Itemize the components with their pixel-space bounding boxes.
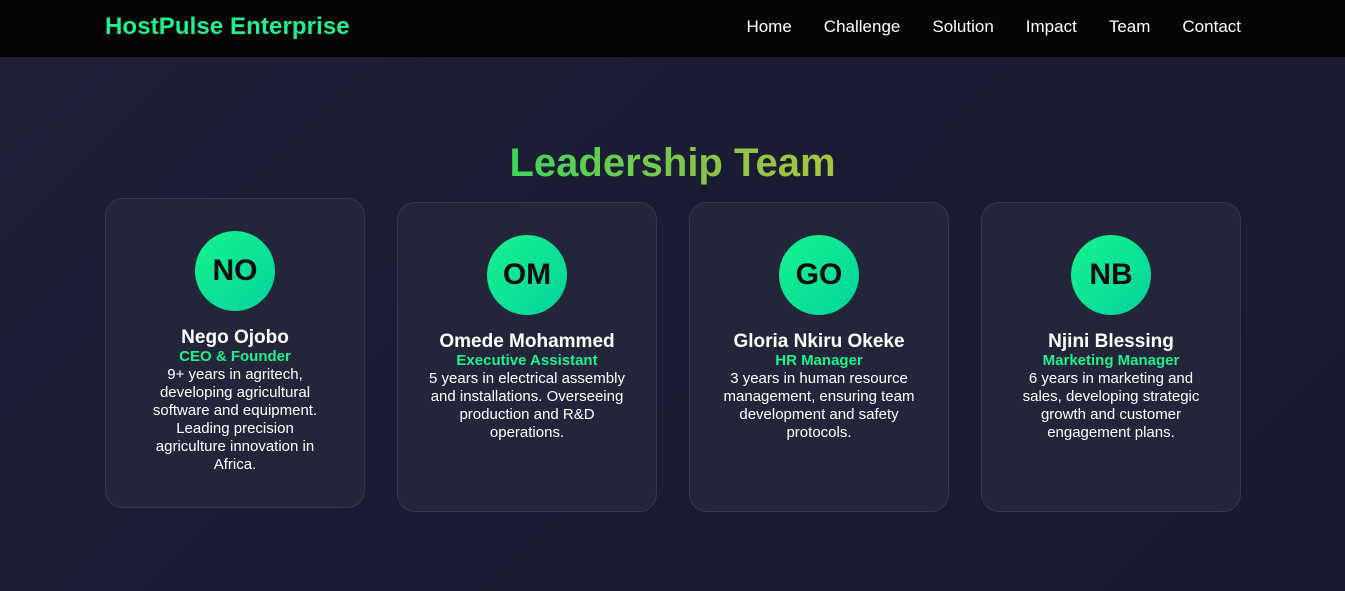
nav-link-contact[interactable]: Contact	[1182, 17, 1241, 37]
section-title-text: Leadership Team	[509, 141, 836, 185]
team-card: OM Omede Mohammed Executive Assistant 5 …	[397, 202, 657, 512]
nav-link-home[interactable]: Home	[746, 17, 791, 37]
member-name: Njini Blessing	[1048, 331, 1174, 352]
member-role: CEO & Founder	[179, 348, 291, 365]
avatar: NO	[195, 231, 275, 311]
navbar: HostPulse Enterprise Home Challenge Solu…	[0, 0, 1345, 57]
nav-links: Home Challenge Solution Impact Team Cont…	[746, 17, 1241, 37]
member-bio: 5 years in electrical assembly and insta…	[429, 370, 625, 441]
nav-link-solution[interactable]: Solution	[932, 17, 993, 37]
member-name: Gloria Nkiru Okeke	[733, 331, 905, 352]
nav-link-impact[interactable]: Impact	[1026, 17, 1077, 37]
member-role: Marketing Manager	[1042, 352, 1180, 369]
avatar: GO	[779, 235, 859, 315]
avatar: NB	[1071, 235, 1151, 315]
team-card: GO Gloria Nkiru Okeke HR Manager 3 years…	[689, 202, 949, 512]
member-bio: 6 years in marketing and sales, developi…	[1022, 370, 1200, 441]
team-card: NO Nego Ojobo CEO & Founder 9+ years in …	[105, 198, 365, 508]
brand-logo[interactable]: HostPulse Enterprise	[105, 13, 350, 41]
member-role: Executive Assistant	[456, 352, 598, 369]
nav-link-challenge[interactable]: Challenge	[824, 17, 901, 37]
member-role: HR Manager	[775, 352, 863, 369]
member-name: Nego Ojobo	[181, 327, 289, 348]
avatar: OM	[487, 235, 567, 315]
nav-link-team[interactable]: Team	[1109, 17, 1151, 37]
member-bio: 3 years in human resource management, en…	[723, 370, 915, 441]
team-card: NB Njini Blessing Marketing Manager 6 ye…	[981, 202, 1241, 512]
section-title: Leadership Team	[0, 140, 1345, 186]
member-name: Omede Mohammed	[439, 331, 615, 352]
member-bio: 9+ years in agritech, developing agricul…	[152, 366, 318, 473]
